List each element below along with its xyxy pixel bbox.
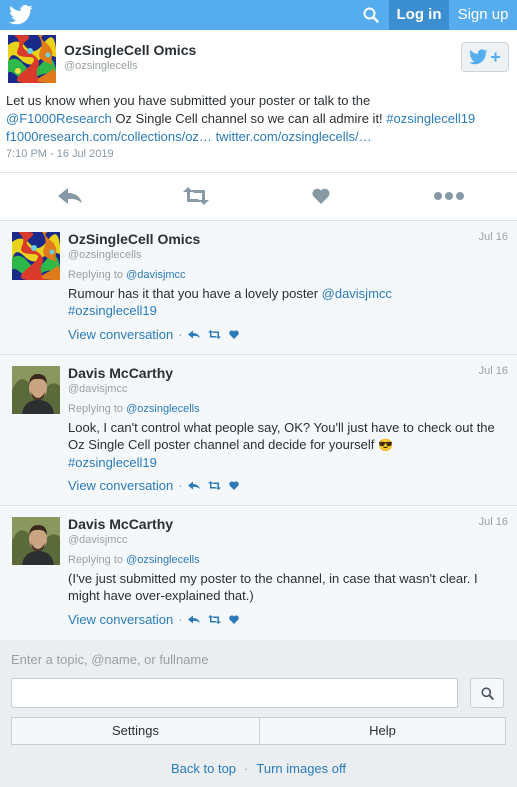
heart-icon[interactable] xyxy=(228,330,239,339)
reply-text-part: Look, I can't control what people say, O… xyxy=(68,420,495,452)
avatar[interactable] xyxy=(12,232,60,280)
hashtag-link[interactable]: #ozsinglecell19 xyxy=(386,111,475,126)
follow-button[interactable] xyxy=(461,42,509,72)
tweet-text: Let us know when you have submitted your… xyxy=(6,92,511,146)
timestamp[interactable]: 7:10 PM - 16 Jul 2019 xyxy=(6,148,114,160)
reply-icon xyxy=(58,188,82,204)
settings-button[interactable]: Settings xyxy=(12,718,259,744)
search-input[interactable] xyxy=(11,678,458,708)
reply-text: Rumour has it that you have a lovely pos… xyxy=(68,285,510,319)
search-icon xyxy=(363,7,379,23)
reply-text-part: (I've just submitted my poster to the ch… xyxy=(68,571,478,603)
separator-dot: · xyxy=(178,327,183,342)
url-link[interactable]: twitter.com/ozsinglecells/… xyxy=(216,129,372,144)
view-conversation-link[interactable]: View conversation xyxy=(68,478,173,493)
reply-icon[interactable] xyxy=(187,615,200,624)
mention-link[interactable]: @F1000Research xyxy=(6,111,112,126)
reply-author-handle[interactable]: @ozsinglecells xyxy=(68,249,142,261)
reply-author-name[interactable]: Davis McCarthy xyxy=(68,516,173,532)
retweet-button[interactable] xyxy=(183,185,209,207)
reply-author-name[interactable]: Davis McCarthy xyxy=(68,365,173,381)
tweet-text-part: Oz Single Cell channel so we can all adm… xyxy=(111,111,387,126)
back-to-top-link[interactable]: Back to top xyxy=(171,761,236,776)
reply-text: (I've just submitted my poster to the ch… xyxy=(68,570,510,604)
main-tweet: OzSingleCell Omics @ozsinglecells Let us… xyxy=(0,30,517,220)
avatar[interactable] xyxy=(12,517,60,565)
sunglasses-emoji: 😎 xyxy=(378,438,393,452)
retweet-icon[interactable] xyxy=(207,615,221,624)
separator-dot: · xyxy=(244,761,249,776)
reply-button[interactable] xyxy=(57,185,83,207)
retweet-icon[interactable] xyxy=(207,330,221,339)
reply-icon[interactable] xyxy=(187,481,200,490)
reply-date[interactable]: Jul 16 xyxy=(479,516,508,528)
reply-tweet[interactable]: OzSingleCell Omics @ozsinglecells Jul 16… xyxy=(0,220,517,354)
footer-links: Back to top · Turn images off xyxy=(0,761,517,776)
reply-icon[interactable] xyxy=(187,330,200,339)
search-section: Enter a topic, @name, or fullname Settin… xyxy=(0,640,517,787)
turn-images-off-link[interactable]: Turn images off xyxy=(256,761,346,776)
hashtag-link[interactable]: #ozsinglecell19 xyxy=(68,303,157,318)
view-conversation-link[interactable]: View conversation xyxy=(68,612,173,627)
heart-icon[interactable] xyxy=(228,481,239,490)
signup-button[interactable]: Sign up xyxy=(449,0,517,30)
replying-to-link[interactable]: @ozsinglecells xyxy=(126,403,200,415)
replying-prefix: Replying to xyxy=(68,403,127,415)
view-conversation-link[interactable]: View conversation xyxy=(68,327,173,342)
top-bar: Log in Sign up xyxy=(0,0,517,30)
retweet-icon xyxy=(183,187,209,205)
reply-author-handle[interactable]: @davisjmcc xyxy=(68,383,127,395)
follow-bird-plus-icon xyxy=(469,49,500,65)
replying-to: Replying to @davisjmcc xyxy=(68,269,186,281)
reply-text-part: Rumour has it that you have a lovely pos… xyxy=(68,286,322,301)
view-conversation-row: View conversation · xyxy=(68,612,247,627)
replying-prefix: Replying to xyxy=(68,269,127,281)
settings-help-row: Settings Help xyxy=(11,717,506,745)
reply-date[interactable]: Jul 16 xyxy=(479,231,508,243)
separator-dot: · xyxy=(178,612,183,627)
url-link[interactable]: f1000research.com/collections/oz… xyxy=(6,129,212,144)
help-button[interactable]: Help xyxy=(260,718,505,744)
separator-dot: · xyxy=(178,478,183,493)
view-conversation-row: View conversation · xyxy=(68,478,247,493)
more-icon xyxy=(434,192,464,200)
replying-prefix: Replying to xyxy=(68,554,127,566)
replying-to-link[interactable]: @ozsinglecells xyxy=(126,554,200,566)
search-icon xyxy=(480,686,494,700)
reply-date[interactable]: Jul 16 xyxy=(479,365,508,377)
reply-author-name[interactable]: OzSingleCell Omics xyxy=(68,231,200,247)
like-button[interactable] xyxy=(308,185,334,207)
avatar[interactable] xyxy=(8,35,56,83)
reply-tweet[interactable]: Davis McCarthy @davisjmcc Jul 16 Replyin… xyxy=(0,354,517,505)
view-conversation-row: View conversation · xyxy=(68,327,247,342)
replying-to: Replying to @ozsinglecells xyxy=(68,554,200,566)
search-button[interactable] xyxy=(353,0,389,30)
more-button[interactable] xyxy=(433,185,465,207)
reply-author-handle[interactable]: @davisjmcc xyxy=(68,534,127,546)
retweet-icon[interactable] xyxy=(207,481,221,490)
heart-icon xyxy=(312,188,330,204)
login-button[interactable]: Log in xyxy=(389,0,449,30)
search-submit-button[interactable] xyxy=(470,678,504,708)
search-label: Enter a topic, @name, or fullname xyxy=(11,652,209,667)
hashtag-link[interactable]: #ozsinglecell19 xyxy=(68,455,157,470)
mention-link[interactable]: @davisjmcc xyxy=(322,286,392,301)
author-handle[interactable]: @ozsinglecells xyxy=(64,60,138,72)
twitter-bird-icon[interactable] xyxy=(9,5,33,25)
reply-tweet[interactable]: Davis McCarthy @davisjmcc Jul 16 Replyin… xyxy=(0,505,517,640)
replying-to: Replying to @ozsinglecells xyxy=(68,403,200,415)
author-name[interactable]: OzSingleCell Omics xyxy=(64,42,196,58)
tweet-text-part: Let us know when you have submitted your… xyxy=(6,93,371,108)
replying-to-link[interactable]: @davisjmcc xyxy=(126,269,185,281)
avatar[interactable] xyxy=(12,366,60,414)
reply-text: Look, I can't control what people say, O… xyxy=(68,419,510,471)
tweet-actions xyxy=(0,172,517,220)
heart-icon[interactable] xyxy=(228,615,239,624)
